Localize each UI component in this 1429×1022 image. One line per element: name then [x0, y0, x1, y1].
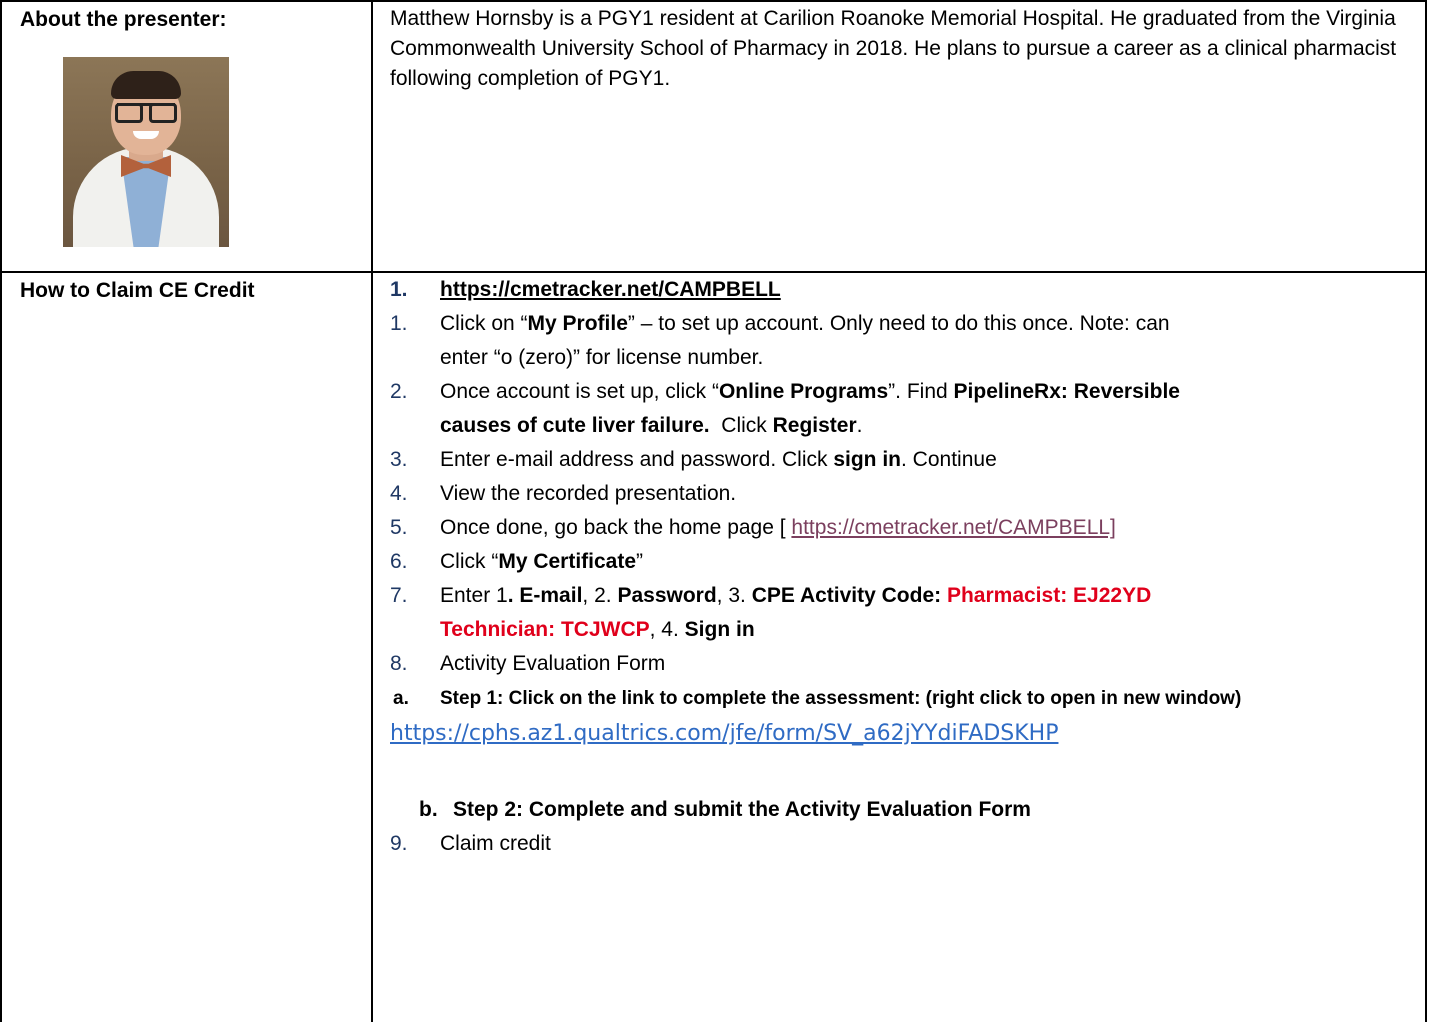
info-table: About the presenter: Matthew Hornsby is …	[0, 0, 1427, 1022]
step-1-continued: enter “o (zero)” for license number.	[440, 346, 764, 369]
cmetracker-link[interactable]: https://cmetracker.net/CAMPBELL	[440, 278, 781, 301]
claim-label: How to Claim CE Credit	[20, 279, 255, 302]
step-3: 3. Enter e-mail address and password. Cl…	[390, 448, 997, 471]
claim-label-cell: How to Claim CE Credit	[0, 271, 373, 1022]
pharmacist-code: Pharmacist: EJ22YD	[946, 584, 1152, 607]
cmetracker-url-line: 1. https://cmetracker.net/CAMPBELL	[390, 278, 781, 301]
claim-steps: 1. https://cmetracker.net/CAMPBELL 1. Cl…	[373, 273, 1425, 859]
claim-steps-cell: 1. https://cmetracker.net/CAMPBELL 1. Cl…	[371, 271, 1427, 1022]
step-8: 8. Activity Evaluation Form	[390, 652, 666, 675]
presenter-bio-cell: Matthew Hornsby is a PGY1 resident at Ca…	[371, 0, 1427, 273]
presenter-label: About the presenter:	[20, 8, 227, 31]
presenter-bio: Matthew Hornsby is a PGY1 resident at Ca…	[390, 7, 1397, 90]
qualtrics-link[interactable]: https://cphs.az1.qualtrics.com/jfe/form/…	[373, 719, 1415, 749]
claim-row: How to Claim CE Credit 1. https://cmetra…	[0, 271, 1427, 1022]
substep-a: a. Step 1: Click on the link to complete…	[393, 688, 1242, 709]
step-4: 4. View the recorded presentation.	[390, 482, 737, 505]
step-1: 1. Click on “My Profile” – to set up acc…	[390, 312, 1170, 335]
substep-b: b. Step 2: Complete and submit the Activ…	[419, 798, 1031, 821]
step-6: 6. Click “My Certificate”	[390, 550, 644, 573]
step-7-continued: Technician: TCJWCP, 4. Sign in	[440, 618, 755, 641]
home-page-link[interactable]: https://cmetracker.net/CAMPBELL]	[791, 516, 1115, 539]
step-2: 2. Once account is set up, click “Online…	[390, 380, 1180, 403]
presenter-row: About the presenter: Matthew Hornsby is …	[0, 0, 1427, 273]
presenter-photo	[63, 57, 229, 247]
technician-code: Technician: TCJWCP	[440, 618, 650, 641]
step-7: 7. Enter 1. E-mail, 2. Password, 3. CPE …	[390, 584, 1152, 607]
step-5: 5. Once done, go back the home page [ ht…	[390, 516, 1116, 539]
step-2-continued: causes of cute liver failure. Click Regi…	[440, 414, 863, 437]
presenter-label-cell: About the presenter:	[0, 0, 373, 273]
step-9: 9. Claim credit	[390, 832, 551, 855]
